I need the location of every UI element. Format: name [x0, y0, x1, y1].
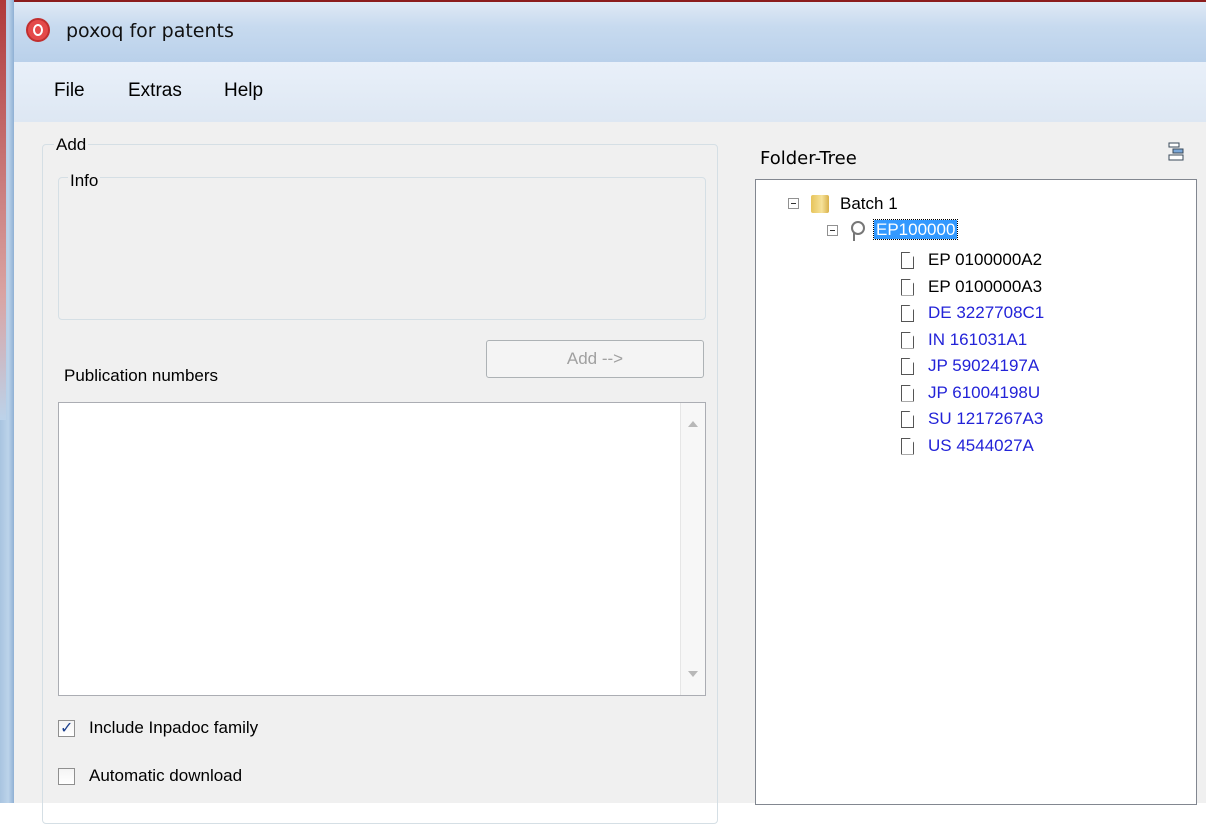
batch-collapse-icon[interactable] — [788, 198, 799, 209]
include-inpadoc-checkbox[interactable] — [58, 718, 75, 737]
document-icon — [901, 358, 914, 375]
document-icon — [901, 305, 914, 322]
document-icon — [901, 278, 914, 296]
publication-numbers-label: Publication numbers — [64, 366, 219, 385]
document-icon — [901, 411, 914, 428]
tree-node-patent-label: EP100000 — [872, 219, 959, 240]
tree-node-batch[interactable]: Batch 1 — [840, 193, 898, 215]
window-title: poxoq for patents — [66, 20, 234, 42]
tree-node-document[interactable]: EP 0100000A2 — [928, 249, 1042, 271]
tree-node-document[interactable]: JP 59024197A — [928, 355, 1039, 377]
publication-numbers-scrollbar[interactable] — [680, 403, 705, 695]
menu-bar: File Extras Help — [14, 62, 1206, 123]
document-icon — [901, 331, 914, 349]
app-window: poxoq for patents File Extras Help Add I… — [0, 0, 1206, 824]
window-accent — [0, 0, 6, 420]
add-button[interactable]: Add --> — [486, 340, 704, 378]
window-left-border — [0, 0, 14, 803]
menu-file[interactable]: File — [54, 80, 85, 102]
tree-node-document[interactable]: US 4544027A — [928, 435, 1034, 457]
tree-node-patent[interactable]: EP100000 — [872, 219, 959, 241]
tree-node-document[interactable]: IN 161031A1 — [928, 329, 1027, 351]
tree-node-document[interactable]: DE 3227708C1 — [928, 302, 1044, 324]
document-icon — [901, 384, 914, 402]
automatic-download-label: Automatic download — [89, 766, 243, 785]
automatic-download-row[interactable]: Automatic download — [58, 766, 242, 786]
tree-node-document[interactable]: EP 0100000A3 — [928, 276, 1042, 298]
document-icon — [901, 437, 914, 455]
folder-tree[interactable]: Batch 1 EP100000 EP 0100000A2 EP 0100000A… — [755, 179, 1197, 805]
scroll-up-arrow-icon[interactable] — [688, 421, 698, 427]
menu-extras[interactable]: Extras — [128, 80, 182, 102]
app-logo-icon — [26, 18, 50, 42]
include-inpadoc-label: Include Inpadoc family — [89, 718, 259, 737]
scroll-down-arrow-icon[interactable] — [688, 671, 698, 677]
add-group-label: Add — [54, 135, 89, 155]
tree-node-document[interactable]: SU 1217267A3 — [928, 408, 1043, 430]
folder-tree-label: Folder-Tree — [760, 148, 857, 169]
patent-family-icon — [851, 221, 865, 241]
tree-layout-icon[interactable] — [1168, 142, 1184, 162]
title-bar[interactable]: poxoq for patents — [0, 0, 1206, 64]
patent-collapse-icon[interactable] — [827, 225, 838, 236]
info-group-label: Info — [68, 171, 101, 191]
automatic-download-checkbox[interactable] — [58, 767, 75, 785]
info-group — [58, 177, 706, 320]
main-client-area: Add Info Add --> Publication numbers Inc… — [14, 122, 1206, 824]
folder-icon — [811, 195, 829, 213]
publication-numbers-input[interactable] — [58, 402, 706, 696]
menu-help[interactable]: Help — [224, 80, 263, 102]
tree-node-document[interactable]: JP 61004198U — [928, 382, 1040, 404]
include-inpadoc-row[interactable]: Include Inpadoc family — [58, 718, 258, 738]
document-icon — [901, 252, 914, 269]
